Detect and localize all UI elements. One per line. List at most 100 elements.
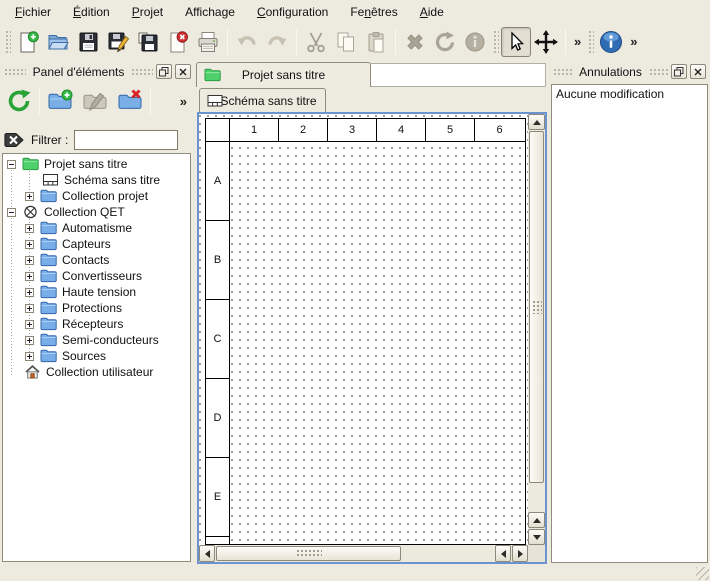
- tree-item-contacts[interactable]: Contacts: [3, 252, 190, 268]
- select-mode-button[interactable]: [501, 27, 531, 57]
- horizontal-scroll-thumb[interactable]: [216, 546, 401, 561]
- schema-icon: [207, 93, 223, 109]
- delete-icon: [403, 30, 427, 54]
- toolbar-overflow-chevron[interactable]: »: [626, 34, 641, 49]
- menu-aide[interactable]: Aide: [409, 2, 455, 22]
- tree-item-collection-utilisateur[interactable]: Collection utilisateur: [3, 364, 190, 380]
- tree-item-collection-qet[interactable]: Collection QET: [3, 204, 190, 220]
- float-panel-button[interactable]: [156, 64, 172, 79]
- close-panel-button[interactable]: [175, 64, 191, 79]
- scroll-down-button[interactable]: [528, 529, 545, 545]
- diagram-canvas[interactable]: 1 2 3 4 5 6 A B C D E: [197, 112, 547, 564]
- menu-fichier[interactable]: Fichier: [4, 2, 62, 22]
- resize-grip[interactable]: [696, 567, 709, 580]
- filter-input[interactable]: [74, 130, 178, 150]
- expand-expander[interactable]: [25, 320, 34, 329]
- float-panel-button[interactable]: [671, 64, 687, 79]
- expand-expander[interactable]: [25, 288, 34, 297]
- move-arrows-icon: [533, 29, 559, 55]
- menu-configuration[interactable]: Configuration: [246, 2, 339, 22]
- tree-item-protections[interactable]: Protections: [3, 300, 190, 316]
- close-panel-button[interactable]: [690, 64, 706, 79]
- tree-item-semi-conducteurs[interactable]: Semi-conducteurs: [3, 332, 190, 348]
- edit-category-button[interactable]: [80, 86, 110, 116]
- save-button[interactable]: [73, 27, 103, 57]
- toolbar-drag-handle[interactable]: [492, 29, 499, 55]
- row-header: C: [206, 300, 229, 379]
- folder-icon: [40, 300, 57, 316]
- toolbar-separator: [150, 87, 151, 115]
- filter-row: Filtrer :: [4, 128, 195, 152]
- expand-expander[interactable]: [25, 240, 34, 249]
- menu-projet[interactable]: Projet: [121, 2, 174, 22]
- tree-item-sources[interactable]: Sources: [3, 348, 190, 364]
- move-mode-button[interactable]: [531, 27, 561, 57]
- elements-tree: Projet sans titre Schéma sans titre Coll…: [2, 153, 191, 562]
- expand-expander[interactable]: [25, 304, 34, 313]
- scroll-up-button[interactable]: [528, 512, 545, 528]
- column-header: 5: [426, 119, 475, 141]
- toolbar-separator: [296, 29, 297, 55]
- toolbar-drag-handle[interactable]: [4, 29, 11, 55]
- redo-icon: [265, 30, 289, 54]
- element-info-button[interactable]: [460, 27, 490, 57]
- expand-expander[interactable]: [25, 272, 34, 281]
- tree-item-collection-projet[interactable]: Collection projet: [3, 188, 190, 204]
- project-folder-icon: [204, 68, 221, 82]
- toolbar-drag-handle[interactable]: [587, 29, 594, 55]
- select-cursor-icon: [504, 30, 528, 54]
- tree-item-recepteurs[interactable]: Récepteurs: [3, 316, 190, 332]
- tree-item-haute-tension[interactable]: Haute tension: [3, 284, 190, 300]
- rotate-button[interactable]: [430, 27, 460, 57]
- column-headers: 1 2 3 4 5 6: [230, 119, 525, 142]
- expand-expander[interactable]: [25, 192, 34, 201]
- tree-item-convertisseurs[interactable]: Convertisseurs: [3, 268, 190, 284]
- expand-expander[interactable]: [25, 256, 34, 265]
- vertical-scroll-thumb[interactable]: [529, 131, 544, 483]
- menu-edition[interactable]: Édition: [62, 2, 121, 22]
- expand-expander[interactable]: [25, 336, 34, 345]
- open-project-button[interactable]: [43, 27, 73, 57]
- row-headers: A B C D E: [206, 142, 230, 544]
- expand-expander[interactable]: [25, 224, 34, 233]
- collapse-expander[interactable]: [7, 208, 16, 217]
- save-all-button[interactable]: [133, 27, 163, 57]
- tab-projet-sans-titre[interactable]: Projet sans titre: [196, 62, 371, 87]
- menu-affichage[interactable]: Affichage: [174, 2, 246, 22]
- delete-button[interactable]: [400, 27, 430, 57]
- menu-fenetres[interactable]: Fenêtres: [339, 2, 408, 22]
- cut-button[interactable]: [301, 27, 331, 57]
- scroll-left-button[interactable]: [199, 545, 215, 562]
- vertical-scrollbar[interactable]: [528, 114, 545, 545]
- panel-overflow-chevron[interactable]: »: [176, 94, 191, 109]
- diagram-scene[interactable]: 1 2 3 4 5 6 A B C D E: [199, 114, 545, 562]
- scroll-up-button[interactable]: [528, 114, 545, 130]
- tree-item-projet-sans-titre[interactable]: Projet sans titre: [3, 156, 190, 172]
- copy-button[interactable]: [331, 27, 361, 57]
- undo-list-item[interactable]: Aucune modification: [552, 85, 707, 103]
- expand-expander[interactable]: [25, 352, 34, 361]
- undo-button[interactable]: [232, 27, 262, 57]
- clear-filter-icon[interactable]: [4, 130, 25, 150]
- scroll-left-button[interactable]: [495, 545, 511, 562]
- scroll-right-button[interactable]: [512, 545, 528, 562]
- about-info-button[interactable]: [596, 27, 626, 57]
- save-as-button[interactable]: [103, 27, 133, 57]
- tab-label: Schéma sans titre: [208, 94, 316, 108]
- new-category-button[interactable]: [45, 86, 75, 116]
- close-document-button[interactable]: [163, 27, 193, 57]
- new-document-button[interactable]: [13, 27, 43, 57]
- tree-item-automatisme[interactable]: Automatisme: [3, 220, 190, 236]
- toolbar-overflow-chevron[interactable]: »: [570, 34, 585, 49]
- tree-item-capteurs[interactable]: Capteurs: [3, 236, 190, 252]
- dock-texture: [649, 68, 668, 76]
- print-button[interactable]: [193, 27, 223, 57]
- collapse-expander[interactable]: [7, 160, 16, 169]
- paste-button[interactable]: [361, 27, 391, 57]
- tree-item-schema-sans-titre[interactable]: Schéma sans titre: [3, 172, 190, 188]
- redo-button[interactable]: [262, 27, 292, 57]
- horizontal-scrollbar[interactable]: [199, 545, 528, 562]
- delete-category-button[interactable]: [115, 86, 145, 116]
- tab-schema-sans-titre[interactable]: Schéma sans titre: [199, 88, 326, 112]
- reload-collections-button[interactable]: [4, 86, 34, 116]
